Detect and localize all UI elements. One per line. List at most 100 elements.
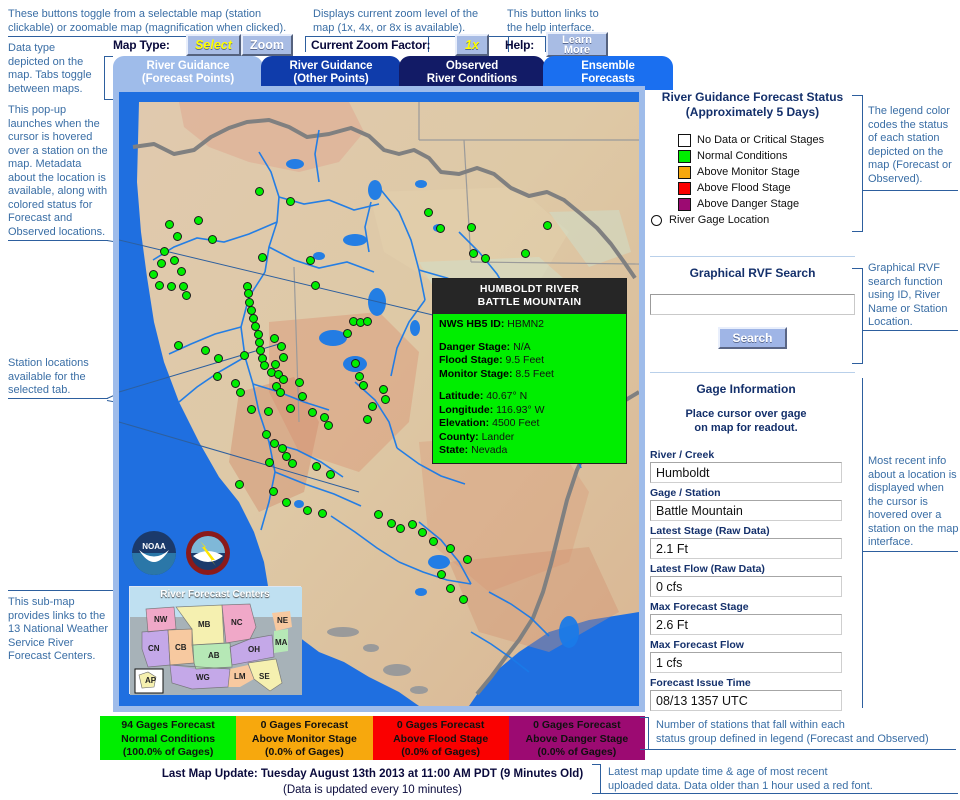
rfc-label-wg[interactable]: WG bbox=[196, 673, 210, 682]
station-dot[interactable] bbox=[429, 537, 438, 546]
station-dot[interactable] bbox=[446, 544, 455, 553]
station-dot[interactable] bbox=[481, 254, 490, 263]
station-dot[interactable] bbox=[201, 346, 210, 355]
learn-more-button[interactable]: Learn More bbox=[546, 32, 608, 57]
station-dot[interactable] bbox=[258, 253, 267, 262]
rfc-label-nc[interactable]: NC bbox=[231, 618, 243, 627]
station-dot[interactable] bbox=[286, 404, 295, 413]
station-dot[interactable] bbox=[235, 480, 244, 489]
station-dot[interactable] bbox=[286, 197, 295, 206]
station-dot[interactable] bbox=[521, 249, 530, 258]
station-dot[interactable] bbox=[262, 430, 271, 439]
station-dot[interactable] bbox=[247, 405, 256, 414]
station-dot[interactable] bbox=[177, 267, 186, 276]
station-dot[interactable] bbox=[418, 528, 427, 537]
station-dot[interactable] bbox=[295, 378, 304, 387]
map-canvas[interactable]: HUMBOLDT RIVER BATTLE MOUNTAIN NWS HB5 I… bbox=[119, 92, 639, 706]
zoom-map-button[interactable]: Zoom bbox=[241, 34, 293, 56]
station-dot[interactable] bbox=[170, 256, 179, 265]
rfc-label-ap[interactable]: AP bbox=[145, 676, 156, 685]
tab-river-guidance-forecast-points[interactable]: River Guidance (Forecast Points) bbox=[113, 56, 263, 90]
station-dot[interactable] bbox=[264, 407, 273, 416]
station-dot[interactable] bbox=[459, 595, 468, 604]
station-dot[interactable] bbox=[424, 208, 433, 217]
station-dot[interactable] bbox=[326, 470, 335, 479]
station-dot[interactable] bbox=[167, 282, 176, 291]
rfc-label-lm[interactable]: LM bbox=[234, 672, 246, 681]
station-dot[interactable] bbox=[160, 247, 169, 256]
station-dot[interactable] bbox=[182, 291, 191, 300]
station-dot[interactable] bbox=[436, 224, 445, 233]
select-map-button[interactable]: Select bbox=[186, 34, 241, 56]
rfc-label-oh[interactable]: OH bbox=[248, 645, 260, 654]
station-dot[interactable] bbox=[213, 372, 222, 381]
station-dot[interactable] bbox=[288, 459, 297, 468]
search-button[interactable]: Search bbox=[718, 327, 787, 349]
station-dot[interactable] bbox=[355, 372, 364, 381]
rfc-label-nw[interactable]: NW bbox=[154, 615, 167, 624]
station-dot[interactable] bbox=[543, 221, 552, 230]
station-dot[interactable] bbox=[149, 270, 158, 279]
station-dot[interactable] bbox=[194, 216, 203, 225]
tab-ensemble-forecasts[interactable]: Ensemble Forecasts bbox=[543, 56, 673, 90]
station-dot[interactable] bbox=[351, 359, 360, 368]
station-dot[interactable] bbox=[173, 232, 182, 241]
station-dot[interactable] bbox=[265, 458, 274, 467]
station-dot[interactable] bbox=[363, 317, 372, 326]
rfc-label-mb[interactable]: MB bbox=[198, 620, 210, 629]
rfc-label-cn[interactable]: CN bbox=[148, 644, 160, 653]
station-dot[interactable] bbox=[306, 256, 315, 265]
rfc-label-cb[interactable]: CB bbox=[175, 643, 187, 652]
station-dot[interactable] bbox=[208, 235, 217, 244]
station-dot[interactable] bbox=[308, 408, 317, 417]
station-dot[interactable] bbox=[379, 385, 388, 394]
rfc-label-se[interactable]: SE bbox=[259, 672, 270, 681]
search-input[interactable] bbox=[650, 294, 855, 315]
station-dot[interactable] bbox=[469, 249, 478, 258]
station-dot[interactable] bbox=[374, 510, 383, 519]
station-dot[interactable] bbox=[236, 388, 245, 397]
rfc-label-ne[interactable]: NE bbox=[277, 616, 288, 625]
station-dot[interactable] bbox=[303, 506, 312, 515]
rfc-label-ma[interactable]: MA bbox=[275, 638, 287, 647]
station-dot[interactable] bbox=[214, 354, 223, 363]
station-dot[interactable] bbox=[463, 555, 472, 564]
station-dot[interactable] bbox=[165, 220, 174, 229]
station-dot[interactable] bbox=[269, 487, 278, 496]
station-dot[interactable] bbox=[279, 375, 288, 384]
station-dot[interactable] bbox=[467, 223, 476, 232]
station-dot[interactable] bbox=[363, 415, 372, 424]
rfc-label-ab[interactable]: AB bbox=[208, 651, 220, 660]
station-dot[interactable] bbox=[179, 282, 188, 291]
tab-observed-river-conditions[interactable]: Observed River Conditions bbox=[399, 56, 545, 90]
station-dot[interactable] bbox=[396, 524, 405, 533]
station-dot[interactable] bbox=[381, 395, 390, 404]
station-dot[interactable] bbox=[174, 341, 183, 350]
station-dot[interactable] bbox=[311, 281, 320, 290]
station-dot[interactable] bbox=[277, 342, 286, 351]
station-dot[interactable] bbox=[437, 570, 446, 579]
station-dot[interactable] bbox=[157, 259, 166, 268]
station-dot[interactable] bbox=[155, 281, 164, 290]
station-dot[interactable] bbox=[343, 329, 352, 338]
station-dot[interactable] bbox=[312, 462, 321, 471]
station-dot[interactable] bbox=[270, 334, 279, 343]
station-dot[interactable] bbox=[318, 509, 327, 518]
legend-label: Normal Conditions bbox=[697, 150, 788, 162]
station-dot[interactable] bbox=[276, 388, 285, 397]
station-dot[interactable] bbox=[324, 421, 333, 430]
station-dot[interactable] bbox=[298, 392, 307, 401]
station-dot[interactable] bbox=[387, 519, 396, 528]
station-dot[interactable] bbox=[359, 381, 368, 390]
tab-river-guidance-other-points[interactable]: River Guidance (Other Points) bbox=[261, 56, 401, 90]
station-dot[interactable] bbox=[240, 351, 249, 360]
station-dot[interactable] bbox=[446, 584, 455, 593]
river-forecast-centers-submap[interactable]: River Forecast Centers NW CN CB MB AB WG… bbox=[129, 586, 302, 695]
station-dot[interactable] bbox=[279, 353, 288, 362]
station-dot[interactable] bbox=[408, 520, 417, 529]
station-dot[interactable] bbox=[282, 498, 291, 507]
station-dot[interactable] bbox=[231, 379, 240, 388]
station-dot[interactable] bbox=[244, 289, 253, 298]
station-dot[interactable] bbox=[255, 187, 264, 196]
station-dot[interactable] bbox=[368, 402, 377, 411]
